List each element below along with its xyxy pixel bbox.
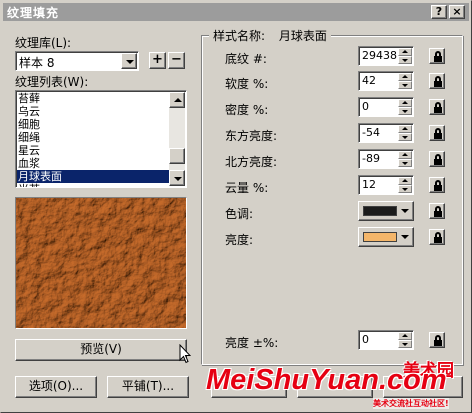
list-item[interactable]: 光芒 xyxy=(18,183,40,187)
texture-list[interactable]: 苔藓 乌云 细胞 细绳 星云 血浆 月球表面 光芒 xyxy=(15,90,187,188)
brightness-pm-label: 亮度 ±%: xyxy=(225,336,279,350)
watermark-logo: MeiShuYuan.com xyxy=(206,364,447,396)
list-item[interactable]: 乌云 xyxy=(18,105,40,118)
lock-icon[interactable] xyxy=(429,73,445,89)
brightness-color-picker[interactable] xyxy=(358,227,414,247)
spin-up-button[interactable] xyxy=(398,151,412,159)
brightness-swatch xyxy=(363,232,397,242)
texture-library-value: 样本 8 xyxy=(19,56,55,70)
chevron-down-icon[interactable] xyxy=(121,53,137,69)
param-label: 东方亮度: xyxy=(225,129,278,143)
density-spinner[interactable]: 0 xyxy=(358,97,414,117)
north-light-spinner[interactable]: -89 xyxy=(358,149,414,169)
scroll-down-button[interactable] xyxy=(169,170,185,186)
help-button[interactable]: ? xyxy=(431,5,447,19)
scroll-up-button[interactable] xyxy=(169,92,185,108)
tile-button[interactable]: 平铺(T)... xyxy=(107,376,189,398)
list-item[interactable]: 血浆 xyxy=(18,157,40,170)
close-button[interactable]: × xyxy=(449,5,465,19)
brightness-label: 亮度: xyxy=(225,233,254,247)
style-name-value: 月球表面 xyxy=(278,29,327,43)
list-item[interactable]: 细胞 xyxy=(18,118,40,131)
cloud-spinner[interactable]: 12 xyxy=(358,175,414,195)
spin-down-button[interactable] xyxy=(398,133,412,141)
param-label: 云量 %: xyxy=(225,181,269,195)
title-bar[interactable]: 纹理填充 ? × xyxy=(3,3,469,21)
style-name-label: 样式名称: xyxy=(213,29,266,43)
options-button[interactable]: 选项(O)... xyxy=(15,376,97,398)
spin-up-button[interactable] xyxy=(398,125,412,133)
lock-icon[interactable] xyxy=(429,177,445,193)
spinner-value: 29438 xyxy=(362,49,397,62)
texture-list-label: 纹理列表(W): xyxy=(15,75,89,89)
tone-swatch xyxy=(363,206,397,216)
spin-up-button[interactable] xyxy=(398,332,412,340)
lock-icon[interactable] xyxy=(429,151,445,167)
dialog-title: 纹理填充 xyxy=(7,6,60,20)
style-name-title: 样式名称: 月球表面 xyxy=(209,27,331,44)
spin-down-button[interactable] xyxy=(398,56,412,64)
softness-spinner[interactable]: 42 xyxy=(358,71,414,91)
spin-down-button[interactable] xyxy=(398,340,412,348)
list-scrollbar[interactable] xyxy=(169,92,185,186)
chevron-down-icon xyxy=(401,235,409,239)
lock-icon[interactable] xyxy=(429,332,445,348)
preview-button[interactable]: 预览(V) xyxy=(15,339,187,361)
list-item[interactable]: 星云 xyxy=(18,144,40,157)
list-item-selected[interactable]: 月球表面 xyxy=(17,170,169,183)
param-label: 软度 %: xyxy=(225,77,269,91)
mouse-cursor-icon xyxy=(179,344,191,364)
texture-preview xyxy=(15,197,187,329)
spinner-value: 42 xyxy=(362,74,376,87)
texture-number-spinner[interactable]: 29438 xyxy=(358,46,414,66)
lock-icon[interactable] xyxy=(429,48,445,64)
spinner-value: 12 xyxy=(362,178,376,191)
texture-fill-dialog: 纹理填充 ? × 纹理库(L): 样本 8 + − 纹理列表(W): 苔藓 乌云… xyxy=(0,0,472,413)
spinner-value: 0 xyxy=(362,100,369,113)
spin-up-button[interactable] xyxy=(398,99,412,107)
list-item[interactable]: 细绳 xyxy=(18,131,40,144)
spin-down-button[interactable] xyxy=(398,185,412,193)
spin-up-button[interactable] xyxy=(398,177,412,185)
remove-library-button[interactable]: − xyxy=(168,52,185,69)
param-label: 北方亮度: xyxy=(225,155,278,169)
watermark-subtitle: 美术交流社互动社区! xyxy=(373,398,449,409)
list-item[interactable]: 苔藓 xyxy=(18,92,40,105)
lock-icon[interactable] xyxy=(429,229,445,245)
lock-icon[interactable] xyxy=(429,125,445,141)
lock-icon[interactable] xyxy=(429,203,445,219)
spinner-value: -89 xyxy=(362,152,380,165)
param-label: 密度 %: xyxy=(225,103,269,117)
tone-color-picker[interactable] xyxy=(358,201,414,221)
texture-library-dropdown[interactable]: 样本 8 xyxy=(15,51,139,71)
spinner-value: 0 xyxy=(362,333,369,346)
texture-library-label: 纹理库(L): xyxy=(15,36,72,50)
param-label: 底纹 #: xyxy=(225,52,267,66)
spinner-value: -54 xyxy=(362,126,380,139)
spin-down-button[interactable] xyxy=(398,107,412,115)
brightness-pm-spinner[interactable]: 0 xyxy=(358,330,414,350)
spin-down-button[interactable] xyxy=(398,81,412,89)
add-library-button[interactable]: + xyxy=(149,52,166,69)
tone-label: 色调: xyxy=(225,207,254,221)
east-light-spinner[interactable]: -54 xyxy=(358,123,414,143)
spin-up-button[interactable] xyxy=(398,73,412,81)
spin-down-button[interactable] xyxy=(398,159,412,167)
chevron-down-icon xyxy=(401,209,409,213)
lock-icon[interactable] xyxy=(429,99,445,115)
spin-up-button[interactable] xyxy=(398,48,412,56)
scroll-thumb[interactable] xyxy=(169,148,185,164)
